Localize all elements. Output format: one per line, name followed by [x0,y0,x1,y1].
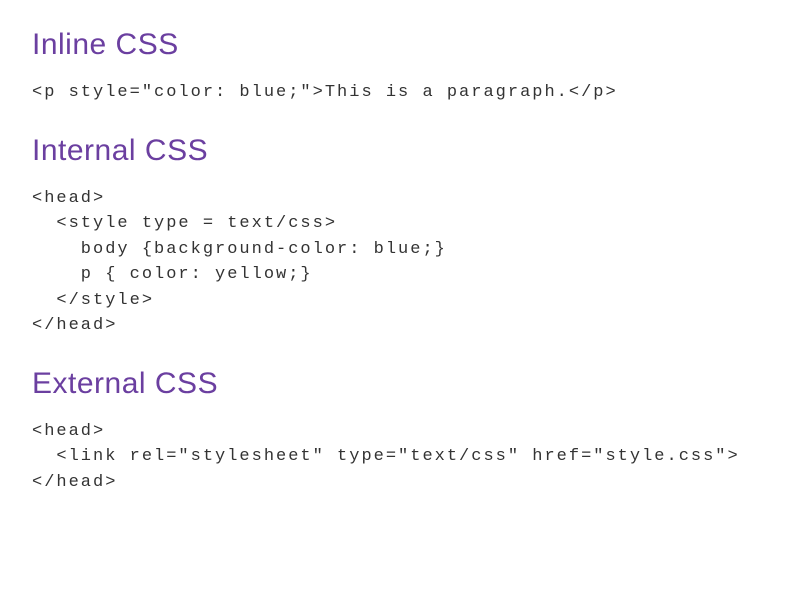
code-internal-css: <head> <style type = text/css> body {bac… [32,186,768,339]
section-inline-css: Inline CSS <p style="color: blue;">This … [32,28,768,106]
section-internal-css: Internal CSS <head> <style type = text/c… [32,134,768,339]
code-inline-css: <p style="color: blue;">This is a paragr… [32,80,768,106]
code-external-css: <head> <link rel="stylesheet" type="text… [32,419,768,496]
heading-internal-css: Internal CSS [32,134,768,168]
section-external-css: External CSS <head> <link rel="styleshee… [32,367,768,496]
heading-inline-css: Inline CSS [32,28,768,62]
heading-external-css: External CSS [32,367,768,401]
